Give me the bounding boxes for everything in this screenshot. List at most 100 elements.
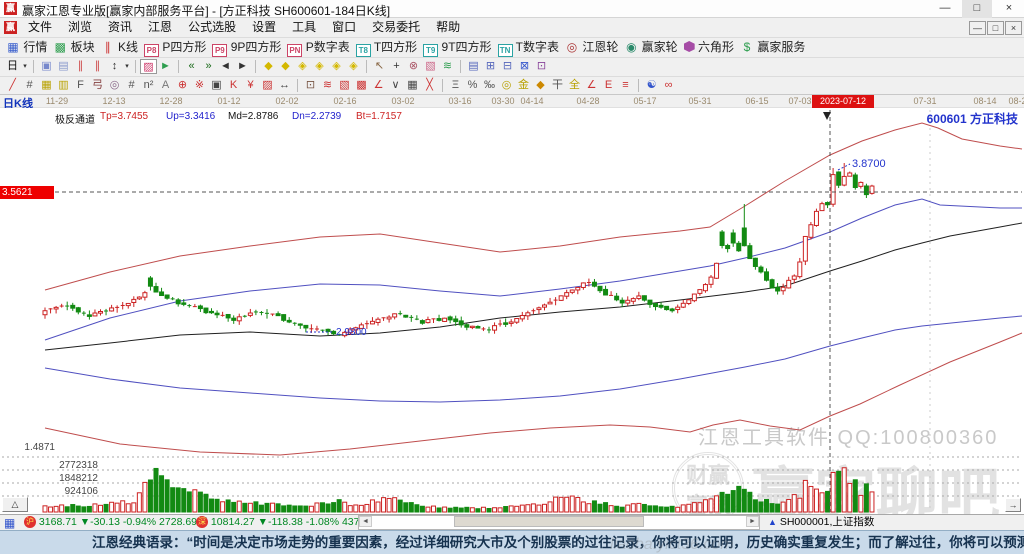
toolbar-button-9t-square[interactable]: T9 9T四方形 [423, 38, 491, 57]
grid3-icon[interactable]: ▦ [404, 78, 421, 93]
taiji-icon[interactable]: ☯ [643, 78, 660, 93]
scroll-right-button[interactable]: ► [746, 516, 759, 527]
toolbar-button-hexagon[interactable]: 六角形 [684, 38, 734, 57]
scrollbar-thumb[interactable] [454, 516, 644, 527]
pointer-hand-icon[interactable]: ↖ [371, 59, 388, 74]
gann-diamond-1-icon[interactable]: ◆ [260, 59, 277, 74]
chart-style-icon[interactable]: ▨ [140, 59, 157, 74]
grid2-icon[interactable]: # [123, 78, 140, 93]
info-panel-icon[interactable]: ▤ [55, 59, 72, 74]
calculator-icon[interactable]: ⊞ [482, 59, 499, 74]
toolbar-button-kline[interactable]: ∥ K线 [101, 38, 138, 57]
infinity-icon[interactable]: ∞ [660, 78, 677, 93]
menu-浏览[interactable]: 浏览 [60, 18, 100, 37]
toolbar-button-sectors[interactable]: ▩ 板块 [53, 38, 94, 57]
mesh-icon[interactable]: ▩ [353, 78, 370, 93]
close-button[interactable]: × [994, 0, 1024, 18]
toolbar-button-winner-wheel[interactable]: ◉ 赢家轮 [624, 38, 677, 57]
toolbar-button-gann-wheel[interactable]: ◎ 江恩轮 [565, 38, 618, 57]
last-bar-icon[interactable]: » [200, 59, 217, 74]
gann-diamond-5-icon[interactable]: ◈ [328, 59, 345, 74]
gold-section-icon[interactable]: 金 [515, 78, 532, 93]
price-mark-icon[interactable]: ¥ [242, 78, 259, 93]
period-day-dropdown-dropdown[interactable]: ▾ [21, 59, 29, 74]
shade-icon[interactable]: ▨ [259, 78, 276, 93]
kline-red2-icon[interactable]: ∥ [89, 59, 106, 74]
menu-公式选股[interactable]: 公式选股 [180, 18, 244, 37]
angle-icon[interactable]: ∠ [370, 78, 387, 93]
chart-scrollbar[interactable]: ◄ ► [358, 515, 760, 530]
expand-panel-button[interactable]: → [1005, 498, 1021, 512]
mdi-minimize-button[interactable]: — [969, 21, 986, 35]
ruler-icon[interactable]: ↔ [276, 78, 293, 93]
percent-icon[interactable]: % [464, 78, 481, 93]
window-layout-icon[interactable]: ▣ [38, 59, 55, 74]
angle-a-icon[interactable]: A [157, 78, 174, 93]
menu-帮助[interactable]: 帮助 [428, 18, 468, 37]
quan-icon[interactable]: 全 [566, 78, 583, 93]
notes-icon[interactable]: ⊟ [499, 59, 516, 74]
wave-icon[interactable]: ≋ [439, 59, 456, 74]
erase-icon[interactable]: ⊗ [405, 59, 422, 74]
levels-icon[interactable]: Ξ [447, 78, 464, 93]
fan-lines-icon[interactable]: ≋ [319, 78, 336, 93]
permille-icon[interactable]: ‰ [481, 78, 498, 93]
tri-lines-icon[interactable]: ≡ [617, 78, 634, 93]
chart-area[interactable]: 江恩工具软件 QQ:100800360 赢家聊吧 财赢 富家 极反通道Tp=3.… [0, 108, 1024, 514]
circle-icon[interactable]: ◎ [106, 78, 123, 93]
minimize-button[interactable]: — [930, 0, 960, 18]
play-flag-icon[interactable]: ► [157, 59, 174, 74]
crosshair-icon[interactable]: + [388, 59, 405, 74]
current-index-label[interactable]: ▲ SH000001,上证指数 [768, 515, 874, 530]
diamond-tool-icon[interactable]: ◆ [532, 78, 549, 93]
gann-diamond-4-icon[interactable]: ◈ [311, 59, 328, 74]
gann-fan-icon[interactable]: ⊕ [174, 78, 191, 93]
period-day-dropdown[interactable]: 日 [4, 59, 21, 74]
e-lines-icon[interactable]: E [600, 78, 617, 93]
save-icon[interactable]: ⊠ [516, 59, 533, 74]
export-icon[interactable]: ⊡ [533, 59, 550, 74]
arc-icon[interactable]: 弓 [89, 78, 106, 93]
menu-文件[interactable]: 文件 [20, 18, 60, 37]
menu-设置[interactable]: 设置 [244, 18, 284, 37]
keyboard-wizard-icon[interactable]: ▦ [4, 516, 15, 530]
hatch-icon[interactable]: ▧ [336, 78, 353, 93]
gann-diamond-6-icon[interactable]: ◈ [345, 59, 362, 74]
menu-工具[interactable]: 工具 [284, 18, 324, 37]
mdi-restore-button[interactable]: □ [987, 21, 1004, 35]
calendar-icon[interactable]: ▤ [465, 59, 482, 74]
gan-icon[interactable]: 干 [549, 78, 566, 93]
toolbar-button-winner-service[interactable]: $ 赢家服务 [740, 38, 805, 57]
angle2-icon[interactable]: ∠ [583, 78, 600, 93]
stamp-icon[interactable]: ▧ [422, 59, 439, 74]
mdi-close-button[interactable]: × [1005, 21, 1022, 35]
vee-icon[interactable]: ∨ [387, 78, 404, 93]
gold-cols-icon[interactable]: ▥ [55, 78, 72, 93]
toolbar-button-9p-square[interactable]: P9 9P四方形 [212, 38, 281, 57]
menu-资讯[interactable]: 资讯 [100, 18, 140, 37]
next-bar-icon[interactable]: ► [234, 59, 251, 74]
collapse-panel-button[interactable]: △ [2, 497, 28, 512]
grid-icon[interactable]: # [21, 78, 38, 93]
menu-交易委托[interactable]: 交易委托 [364, 18, 428, 37]
toolbar-button-t-square[interactable]: T8 T四方形 [356, 38, 417, 57]
toolbar-button-t-table[interactable]: TN T数字表 [498, 38, 559, 57]
toolbar-button-p-square[interactable]: P8 P四方形 [144, 38, 206, 57]
first-bar-icon[interactable]: « [183, 59, 200, 74]
cross-lines-icon[interactable]: ╳ [421, 78, 438, 93]
gann-diamond-2-icon[interactable]: ◆ [277, 59, 294, 74]
k-mark-icon[interactable]: K [225, 78, 242, 93]
gold-grid-icon[interactable]: ▦ [38, 78, 55, 93]
scale-dropdown[interactable]: ↕ [106, 59, 123, 74]
maximize-button[interactable]: □ [962, 0, 992, 18]
gann-diamond-3-icon[interactable]: ◈ [294, 59, 311, 74]
box-tool-icon[interactable]: ▣ [208, 78, 225, 93]
gold-circle-icon[interactable]: ◎ [498, 78, 515, 93]
kline-red-icon[interactable]: ∥ [72, 59, 89, 74]
menu-江恩[interactable]: 江恩 [140, 18, 180, 37]
toolbar-button-quotes[interactable]: ▦ 行情 [6, 38, 47, 57]
star-rays-icon[interactable]: ※ [191, 78, 208, 93]
square-num-icon[interactable]: n² [140, 78, 157, 93]
toolbar-button-p-table[interactable]: PN P数字表 [287, 38, 349, 57]
prev-bar-icon[interactable]: ◄ [217, 59, 234, 74]
